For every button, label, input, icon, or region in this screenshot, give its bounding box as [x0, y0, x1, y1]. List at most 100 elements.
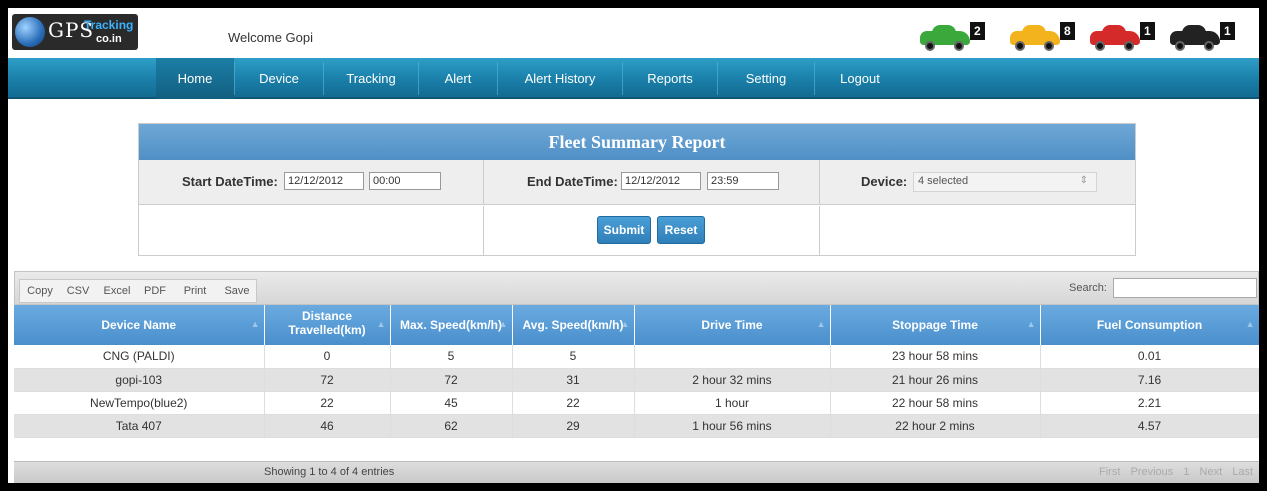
- table-row: Tata 407 46 62 29 1 hour 56 mins 22 hour…: [14, 414, 1259, 438]
- nav-alert[interactable]: Alert: [419, 58, 497, 99]
- table-row: gopi-103 72 72 31 2 hour 32 mins 21 hour…: [14, 368, 1259, 392]
- pager-next[interactable]: Next: [1200, 466, 1223, 478]
- cell-distance: 22: [264, 391, 391, 415]
- cell-stoppage-time: 22 hour 58 mins: [830, 391, 1041, 415]
- main-nav: Home Device Tracking Alert Alert History…: [8, 58, 1259, 99]
- cell-device-name: NewTempo(blue2): [14, 391, 265, 415]
- sort-icon: ▲: [1026, 319, 1036, 329]
- report-title: Fleet Summary Report: [139, 124, 1135, 160]
- csv-button[interactable]: CSV: [60, 280, 96, 302]
- welcome-text: Welcome Gopi: [228, 30, 314, 45]
- green-car-count: 2: [970, 22, 985, 40]
- nav-logout[interactable]: Logout: [815, 58, 905, 99]
- excel-button[interactable]: Excel: [96, 280, 138, 302]
- search-input[interactable]: [1113, 278, 1257, 298]
- cell-device-name: CNG (PALDI): [14, 345, 265, 369]
- cell-fuel: 2.21: [1040, 391, 1259, 415]
- cell-avg-speed: 31: [512, 368, 635, 392]
- nav-setting[interactable]: Setting: [718, 58, 814, 99]
- globe-icon: [15, 17, 45, 47]
- black-car-icon[interactable]: 1: [1168, 22, 1238, 52]
- pager-page-1[interactable]: 1: [1183, 466, 1189, 478]
- sort-icon: ▲: [1245, 319, 1255, 329]
- site-logo[interactable]: GPS Tracking co.in: [12, 14, 138, 50]
- end-date-input[interactable]: 12/12/2012: [621, 172, 701, 190]
- table-footer: Showing 1 to 4 of 4 entries First Previo…: [14, 461, 1259, 483]
- pager-previous[interactable]: Previous: [1130, 466, 1173, 478]
- cell-max-speed: 62: [390, 414, 513, 438]
- yellow-car-count: 8: [1060, 22, 1075, 40]
- red-car-icon[interactable]: 1: [1088, 22, 1158, 52]
- table-row: CNG (PALDI) 0 5 5 23 hour 58 mins 0.01: [14, 345, 1259, 369]
- end-time-input[interactable]: 23:59: [707, 172, 779, 190]
- cell-device-name: Tata 407: [14, 414, 265, 438]
- start-time-input[interactable]: 00:00: [369, 172, 441, 190]
- sort-icon: ▲: [498, 319, 508, 329]
- yellow-car-icon[interactable]: 8: [1008, 22, 1078, 52]
- pager-last[interactable]: Last: [1232, 466, 1253, 478]
- device-label: Device:: [861, 174, 908, 189]
- cell-distance: 72: [264, 368, 391, 392]
- cell-distance: 0: [264, 345, 391, 369]
- cell-avg-speed: 22: [512, 391, 635, 415]
- header: GPS Tracking co.in Welcome Gopi 2 8 1 1: [8, 8, 1259, 58]
- table-row: NewTempo(blue2) 22 45 22 1 hour 22 hour …: [14, 391, 1259, 415]
- search-label: Search:: [1069, 282, 1107, 294]
- column-header-stoppage-time[interactable]: Stoppage Time ▲: [830, 305, 1041, 345]
- column-header-device-name[interactable]: Device Name ▲: [14, 305, 265, 345]
- cell-drive-time: 1 hour 56 mins: [634, 414, 831, 438]
- submit-button[interactable]: Submit: [597, 216, 651, 244]
- column-header-avg-speed[interactable]: Avg. Speed(km/h) ▲: [512, 305, 635, 345]
- device-select-value: 4 selected: [918, 175, 969, 187]
- pager-first[interactable]: First: [1099, 466, 1120, 478]
- reset-button[interactable]: Reset: [657, 216, 705, 244]
- cell-fuel: 7.16: [1040, 368, 1259, 392]
- green-car-icon[interactable]: 2: [918, 22, 988, 52]
- column-header-fuel-consumption[interactable]: Fuel Consumption ▲: [1040, 305, 1259, 345]
- cell-stoppage-time: 22 hour 2 mins: [830, 414, 1041, 438]
- cell-avg-speed: 29: [512, 414, 635, 438]
- sort-icon: ▲: [250, 319, 260, 329]
- end-datetime-label: End DateTime:: [527, 174, 618, 189]
- nav-tracking[interactable]: Tracking: [324, 58, 418, 99]
- pagination: First Previous 1 Next Last: [1092, 466, 1253, 478]
- cell-stoppage-time: 23 hour 58 mins: [830, 345, 1041, 369]
- cell-fuel: 4.57: [1040, 414, 1259, 438]
- print-button[interactable]: Print: [172, 280, 218, 302]
- cell-max-speed: 45: [390, 391, 513, 415]
- action-row: Submit Reset: [139, 206, 1135, 255]
- cell-drive-time: 1 hour: [634, 391, 831, 415]
- cell-stoppage-time: 21 hour 26 mins: [830, 368, 1041, 392]
- cell-max-speed: 72: [390, 368, 513, 392]
- cell-fuel: 0.01: [1040, 345, 1259, 369]
- cell-max-speed: 5: [390, 345, 513, 369]
- sort-icon: ▲: [816, 319, 826, 329]
- nav-device[interactable]: Device: [235, 58, 323, 99]
- column-header-max-speed[interactable]: Max. Speed(km/h) ▲: [390, 305, 513, 345]
- sort-icon: ▲: [376, 319, 386, 329]
- entries-info: Showing 1 to 4 of 4 entries: [264, 466, 395, 478]
- summary-table-container: Copy CSV Excel PDF Print Save Search: De…: [14, 271, 1259, 483]
- select-arrows-icon: ⇕: [1079, 175, 1088, 186]
- column-header-distance[interactable]: Distance Travelled(km) ▲: [264, 305, 391, 345]
- black-car-count: 1: [1220, 22, 1235, 40]
- nav-home[interactable]: Home: [156, 58, 234, 99]
- save-button[interactable]: Save: [218, 280, 256, 302]
- start-datetime-label: Start DateTime:: [182, 174, 278, 189]
- cell-drive-time: [634, 345, 831, 369]
- filter-row: Start DateTime: 12/12/2012 00:00 End Dat…: [139, 160, 1135, 205]
- nav-alert-history[interactable]: Alert History: [498, 58, 622, 99]
- column-header-drive-time[interactable]: Drive Time ▲: [634, 305, 831, 345]
- table-header-row: Device Name ▲ Distance Travelled(km) ▲ Max…: [14, 305, 1259, 345]
- export-buttons: Copy CSV Excel PDF Print Save: [19, 279, 257, 303]
- cell-device-name: gopi-103: [14, 368, 265, 392]
- report-panel: Fleet Summary Report Start DateTime: 12/…: [138, 123, 1136, 256]
- copy-button[interactable]: Copy: [20, 280, 60, 302]
- logo-domain-text: co.in: [96, 33, 122, 45]
- device-select[interactable]: 4 selected ⇕: [913, 172, 1097, 192]
- cell-avg-speed: 5: [512, 345, 635, 369]
- cell-distance: 46: [264, 414, 391, 438]
- nav-reports[interactable]: Reports: [623, 58, 717, 99]
- start-date-input[interactable]: 12/12/2012: [284, 172, 364, 190]
- pdf-button[interactable]: PDF: [138, 280, 172, 302]
